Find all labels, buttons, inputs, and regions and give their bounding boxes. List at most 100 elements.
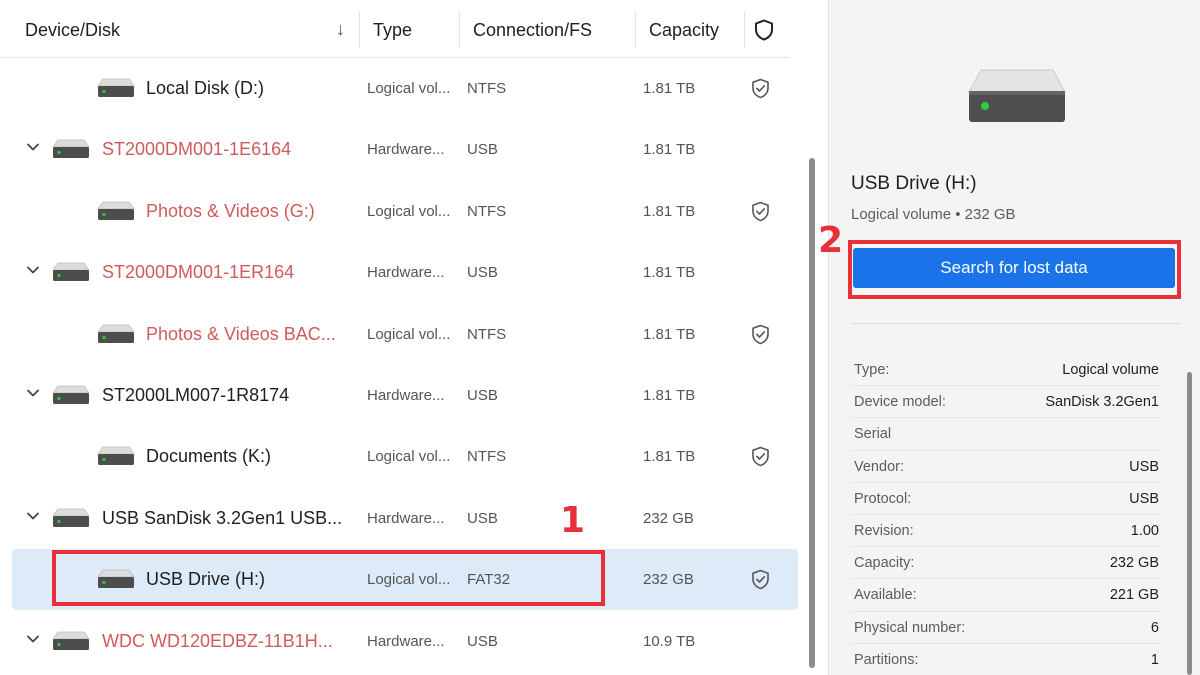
- column-divider[interactable]: [359, 12, 360, 48]
- chevron-down-icon[interactable]: [26, 140, 40, 154]
- property-row: Available: 221 GB: [851, 579, 1161, 612]
- device-connection-fs: USB: [467, 264, 498, 282]
- device-row[interactable]: Local Disk (D:) Logical vol... NTFS 1.81 TB: [0, 58, 800, 119]
- device-capacity: 1.81 TB: [643, 387, 696, 404]
- device-type: Logical vol...: [367, 325, 451, 343]
- device-row[interactable]: Photos & Videos BAC... Logical vol... NTFS…: [0, 304, 800, 365]
- annotation-highlight-1: [52, 550, 605, 606]
- selected-device-title: USB Drive (H:): [851, 173, 977, 194]
- property-value: USB: [1129, 458, 1159, 475]
- sort-descending-icon[interactable]: ↓: [336, 0, 345, 58]
- property-value: 221 GB: [1109, 587, 1159, 604]
- disk-drive-icon: [52, 631, 90, 651]
- device-name: ST2000DM001-1E6164: [102, 139, 292, 160]
- property-label: Protocol:: [854, 490, 912, 507]
- disk-drive-icon: [97, 324, 135, 344]
- device-connection-fs: NTFS: [467, 202, 507, 220]
- device-capacity: 1.81 TB: [643, 141, 696, 159]
- device-row[interactable]: ST2000LM007-1R8174 Hardware... USB 1.81 TB: [0, 365, 800, 426]
- annotation-step-1: 1: [560, 500, 586, 541]
- device-capacity: 1.81 TB: [643, 264, 696, 282]
- property-value: Logical volume: [1062, 362, 1159, 378]
- device-type: Hardware...: [367, 264, 445, 282]
- shield-check-icon: [751, 201, 770, 222]
- device-type: Hardware...: [367, 387, 445, 404]
- property-label: Vendor:: [854, 458, 904, 475]
- device-name: Local Disk (D:): [146, 78, 265, 98]
- property-row: Revision: 1.00: [851, 515, 1161, 548]
- disk-drive-icon: [97, 78, 135, 98]
- device-connection-fs: NTFS: [467, 448, 507, 466]
- property-label: Partitions:: [854, 651, 919, 668]
- column-divider[interactable]: [635, 12, 636, 48]
- property-row: Protocol: USB: [851, 483, 1161, 515]
- device-name: USB SanDisk 3.2Gen1 USB...: [102, 507, 343, 528]
- column-divider[interactable]: [744, 12, 745, 48]
- device-row[interactable]: Documents (K:) Logical vol... NTFS 1.81 TB: [0, 426, 800, 487]
- device-name: Photos & Videos BAC...: [146, 323, 336, 344]
- property-value: SanDisk 3.2Gen1: [1045, 394, 1159, 411]
- device-connection-fs: USB: [467, 141, 498, 159]
- property-row: Serial: [851, 418, 1161, 451]
- disk-drive-icon: [97, 201, 135, 221]
- disk-drive-icon: [52, 262, 90, 282]
- column-type[interactable]: Type: [373, 0, 412, 58]
- property-row: Capacity: 232 GB: [851, 547, 1161, 580]
- shield-check-icon: [751, 569, 770, 590]
- property-label: Available:: [854, 587, 917, 604]
- chevron-down-icon[interactable]: [26, 263, 40, 277]
- column-header: Device/Disk ↓ Type Connection/FS Capacit…: [0, 0, 790, 58]
- chevron-down-icon[interactable]: [26, 509, 40, 523]
- device-connection-fs: USB: [467, 632, 498, 650]
- property-label: Serial: [854, 426, 892, 443]
- device-name: WDC WD120EDBZ-11B1H...: [102, 630, 333, 651]
- selected-device-subtitle: Logical volume • 232 GB: [851, 206, 1016, 223]
- device-connection-fs: NTFS: [467, 325, 507, 343]
- device-list-pane: Device/Disk ↓ Type Connection/FS Capacit…: [0, 0, 820, 675]
- device-row[interactable]: Photos & Videos (G:) Logical vol... NTFS 1.…: [0, 181, 800, 242]
- property-label: Type:: [854, 362, 890, 378]
- device-type: Logical vol...: [367, 448, 451, 466]
- chevron-down-icon[interactable]: [26, 632, 40, 646]
- device-capacity: 1.81 TB: [643, 80, 696, 97]
- property-value: 6: [1150, 619, 1159, 636]
- device-capacity: 232 GB: [643, 509, 694, 527]
- list-scrollbar[interactable]: [809, 158, 815, 668]
- device-capacity: 1.81 TB: [643, 325, 696, 343]
- column-connection-fs[interactable]: Connection/FS: [473, 0, 592, 58]
- device-row[interactable]: WDC WD120EDBZ-11B1H... Hardware... USB 10.9…: [0, 611, 800, 672]
- device-type: Logical vol...: [367, 80, 451, 97]
- shield-icon[interactable]: [754, 19, 774, 41]
- shield-check-icon: [751, 324, 770, 345]
- column-capacity[interactable]: Capacity: [649, 0, 719, 58]
- details-scrollbar[interactable]: [1187, 372, 1192, 675]
- shield-check-icon: [751, 78, 770, 99]
- disk-drive-icon: [968, 69, 1066, 122]
- property-value: 1: [1150, 651, 1159, 668]
- device-type: Hardware...: [367, 509, 445, 527]
- property-label: Revision:: [854, 522, 914, 539]
- disk-drive-icon: [52, 508, 90, 528]
- annotation-highlight-2: [848, 240, 1181, 299]
- property-row: Partitions: 1: [851, 644, 1161, 675]
- property-row: Vendor: USB: [851, 451, 1161, 483]
- device-type: Hardware...: [367, 632, 445, 650]
- column-device-disk[interactable]: Device/Disk: [25, 0, 120, 58]
- device-row[interactable]: ST2000DM001-1ER164 Hardware... USB 1.81 TB: [0, 242, 800, 303]
- disk-drive-icon: [52, 385, 90, 405]
- device-name: Photos & Videos (G:): [146, 200, 315, 221]
- device-properties: Type: Logical volume Device model: SanDisk …: [851, 354, 1161, 675]
- column-divider[interactable]: [459, 12, 460, 48]
- device-row[interactable]: ST2000DM001-1E6164 Hardware... USB 1.81 TB: [0, 119, 800, 180]
- property-label: Capacity:: [854, 555, 915, 572]
- device-row[interactable]: USB SanDisk 3.2Gen1 USB... Hardware... USB…: [0, 488, 800, 549]
- property-row: Physical number: 6: [851, 612, 1161, 644]
- property-value: 1.00: [1130, 522, 1159, 539]
- property-value: USB: [1129, 490, 1159, 507]
- device-name: ST2000LM007-1R8174: [102, 385, 290, 405]
- disk-drive-icon: [52, 139, 90, 159]
- device-type: Hardware...: [367, 141, 445, 159]
- chevron-down-icon[interactable]: [26, 386, 40, 400]
- property-row: Device model: SanDisk 3.2Gen1: [851, 386, 1161, 419]
- details-panel: USB Drive (H:) Logical volume • 232 GB S…: [828, 0, 1200, 675]
